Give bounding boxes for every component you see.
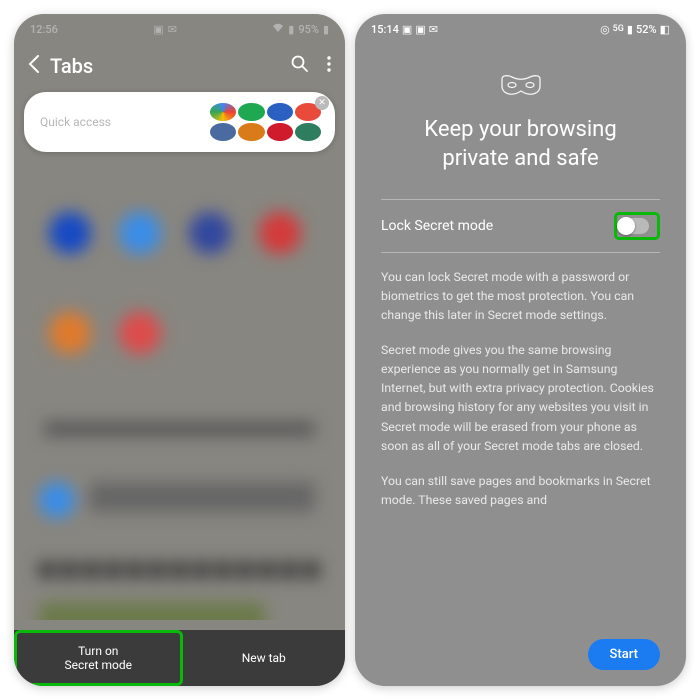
start-button[interactable]: Start [588,639,660,670]
clock: 12:56 [30,23,58,36]
battery-text: 95% [298,23,319,36]
tab-title: Quick access [36,115,202,129]
search-icon[interactable] [291,55,309,78]
divider [381,252,660,253]
toggle-knob [617,217,635,235]
page-title: Tabs [50,54,273,78]
secret-mode-button[interactable]: Turn on Secret mode [14,630,183,686]
close-tab-icon[interactable]: ✕ [315,96,329,110]
signal-icon: ▮ [627,23,633,36]
back-icon[interactable] [28,55,40,78]
status-bar: 15:14 ▣ ▣ ✉ ◎ 5G ▮ 52% ◧ [355,14,686,44]
battery-text: 52% [636,23,657,36]
more-icon[interactable] [327,56,331,77]
battery-icon: ▮ [323,23,329,36]
wifi-icon [272,23,284,36]
new-tab-button[interactable]: New tab [183,630,346,686]
mask-icon [500,74,542,102]
secret-mode-label: Turn on Secret mode [65,644,133,673]
lock-secret-highlight [614,212,660,240]
lock-secret-toggle[interactable] [619,218,649,234]
description-2: Secret mode gives you the same browsing … [381,342,660,456]
clock: 15:14 [371,23,399,36]
blurred-background [14,162,345,620]
battery-icon: ◧ [660,23,670,36]
start-label: Start [610,647,638,662]
description-3: You can still save pages and bookmarks i… [381,473,660,511]
status-right: ▮ 95% ▮ [272,23,329,36]
tabs-screen: 12:56 ▣ ✉ ▮ 95% ▮ Tabs [14,14,345,686]
status-bar: 12:56 ▣ ✉ ▮ 95% ▮ [14,14,345,44]
5g-icon: 5G [613,24,624,34]
bottom-bar: Turn on Secret mode New tab [14,630,345,686]
tab-preview-card[interactable]: Quick access ✕ [24,92,335,152]
heading: Keep your browsing private and safe [391,116,650,173]
picture-icon-2: ▣ [415,23,425,36]
status-icons: ▣ ✉ [153,23,177,36]
hotspot-icon: ◎ [600,23,610,36]
camera-icon: ▣ [153,23,163,36]
mail-icon: ✉ [429,23,438,36]
secret-mode-intro-screen: 15:14 ▣ ▣ ✉ ◎ 5G ▮ 52% ◧ Keep your brows… [355,14,686,686]
description-1: You can lock Secret mode with a password… [381,269,660,326]
header: Tabs [14,44,345,92]
lock-secret-label: Lock Secret mode [381,218,493,234]
mail-icon: ✉ [168,23,177,36]
picture-icon: ▣ [402,23,412,36]
lock-secret-row[interactable]: Lock Secret mode [381,200,660,252]
new-tab-label: New tab [242,651,286,665]
signal-icon: ▮ [288,23,294,36]
tab-thumbnail [208,101,323,143]
